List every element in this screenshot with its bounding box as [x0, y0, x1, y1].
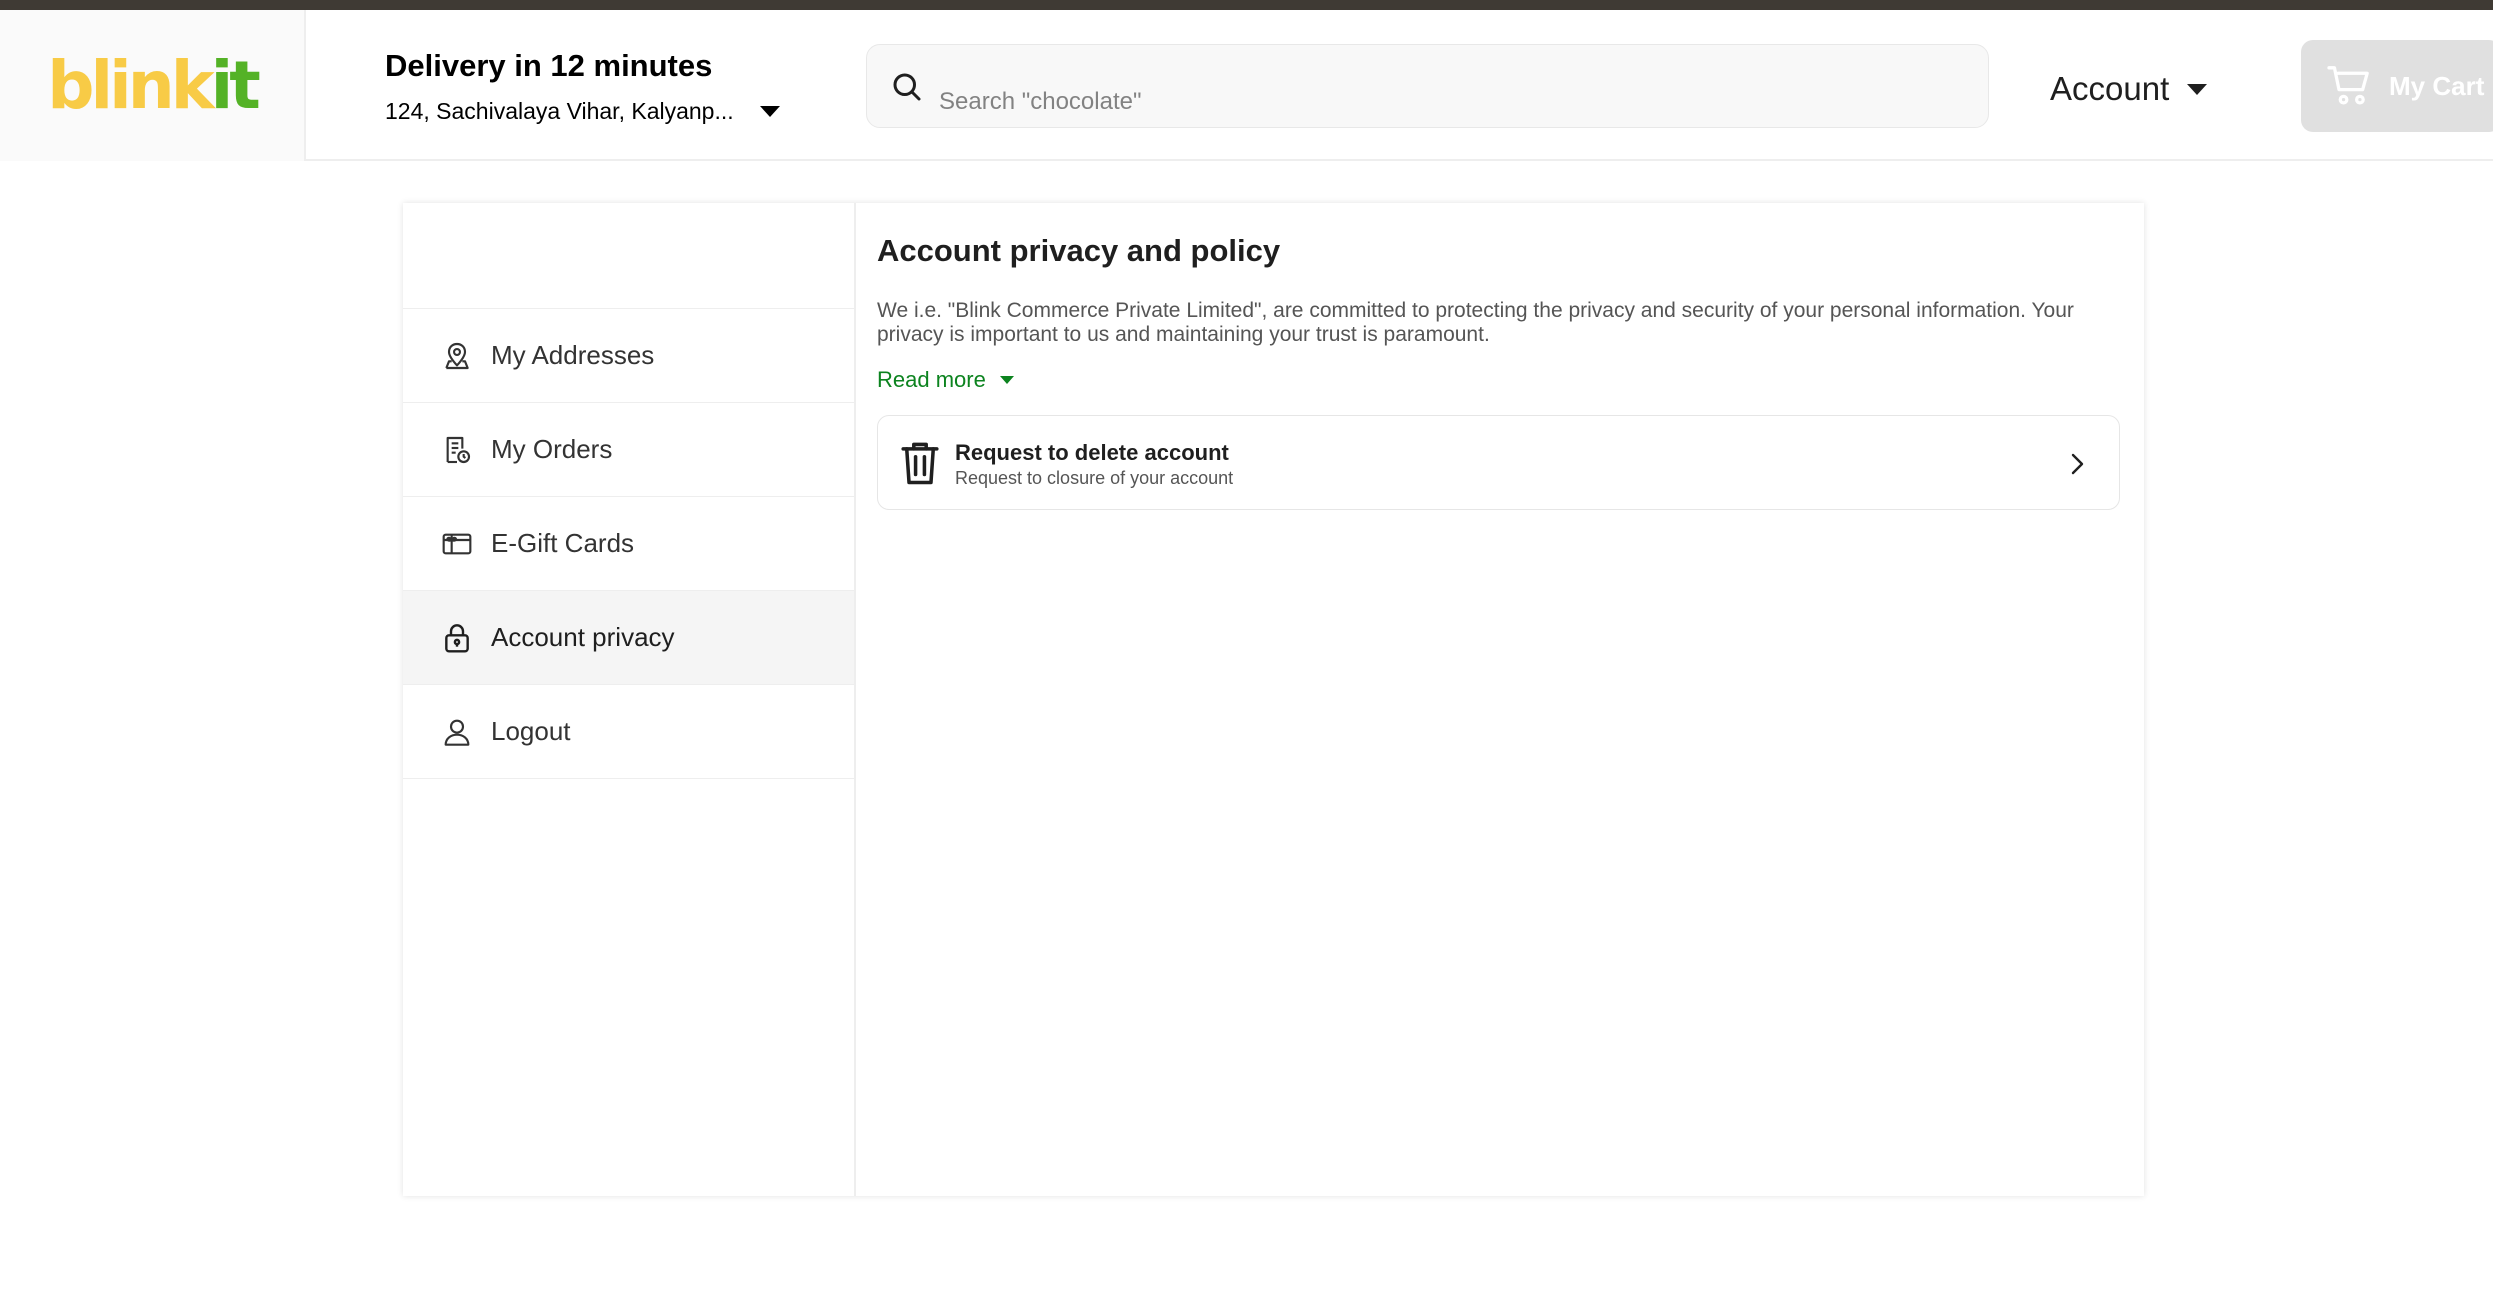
- sidebar-item-logout[interactable]: Logout: [403, 685, 854, 779]
- lock-icon: [439, 620, 475, 656]
- caret-down-icon: [999, 376, 1014, 384]
- privacy-content: Account privacy and policy We i.e. "Blin…: [877, 233, 2123, 510]
- gift-card-icon: [439, 526, 475, 562]
- search-icon: [893, 73, 921, 101]
- my-cart-button[interactable]: My Cart: [2301, 40, 2493, 132]
- delete-account-title: Request to delete account: [955, 440, 1229, 465]
- receipt-icon: [439, 432, 475, 468]
- blinkit-logo[interactable]: blinkit: [47, 52, 261, 119]
- sidebar-item-label: Logout: [491, 716, 571, 746]
- sidebar-item-label: My Addresses: [491, 340, 655, 370]
- sidebar-item-my-orders[interactable]: My Orders: [403, 403, 854, 497]
- logo-container[interactable]: blinkit: [0, 10, 306, 161]
- sidebar-item-e-gift-cards[interactable]: E-Gift Cards: [403, 497, 854, 591]
- sidebar-item-my-addresses[interactable]: My Addresses: [403, 309, 854, 403]
- caret-down-icon: [2187, 83, 2208, 95]
- delete-account-subtitle: Request to closure of your account: [955, 468, 1234, 488]
- location-pin-icon: [439, 338, 475, 374]
- privacy-description: We i.e. "Blink Commerce Private Limited"…: [877, 299, 2074, 346]
- read-more-label: Read more: [877, 367, 986, 392]
- sidebar-header: [403, 203, 854, 309]
- search-bar[interactable]: [866, 44, 1989, 128]
- logo-part-blink: blink: [47, 46, 214, 124]
- trash-icon: [901, 442, 939, 485]
- logo-part-it: it: [210, 46, 261, 124]
- sidebar-item-label: E-Gift Cards: [491, 528, 635, 558]
- account-label: Account: [2050, 70, 2170, 107]
- user-icon: [439, 714, 475, 750]
- chevron-right-icon: [2071, 453, 2084, 475]
- search-input[interactable]: [937, 85, 1937, 119]
- top-strip: [0, 0, 2493, 10]
- delete-account-card[interactable]: Request to delete account Request to clo…: [877, 415, 2120, 510]
- sidebar-item-account-privacy[interactable]: Account privacy: [403, 591, 854, 685]
- account-sidebar: My Addresses My Orders E-Gift Cards Acco…: [403, 203, 856, 1196]
- my-cart-label: My Cart: [2389, 70, 2485, 101]
- account-panel: My Addresses My Orders E-Gift Cards Acco…: [403, 203, 2144, 1196]
- delivery-address-text: 124, Sachivalaya Vihar, Kalyanp...: [385, 98, 734, 124]
- sidebar-item-label: My Orders: [491, 434, 613, 464]
- read-more-link[interactable]: Read more: [877, 367, 2123, 393]
- page-title: Account privacy and policy: [877, 233, 1281, 268]
- cart-icon: [2327, 66, 2369, 105]
- header: blinkit Delivery in 12 minutes 124, Sach…: [0, 10, 2493, 161]
- sidebar-item-label: Account privacy: [491, 622, 675, 652]
- caret-down-icon[interactable]: [759, 106, 780, 117]
- delivery-address[interactable]: 124, Sachivalaya Vihar, Kalyanp...: [385, 98, 805, 125]
- delivery-info[interactable]: Delivery in 12 minutes 124, Sachivalaya …: [385, 48, 805, 125]
- delivery-time-title: Delivery in 12 minutes: [385, 48, 713, 83]
- account-dropdown[interactable]: Account: [2050, 70, 2208, 108]
